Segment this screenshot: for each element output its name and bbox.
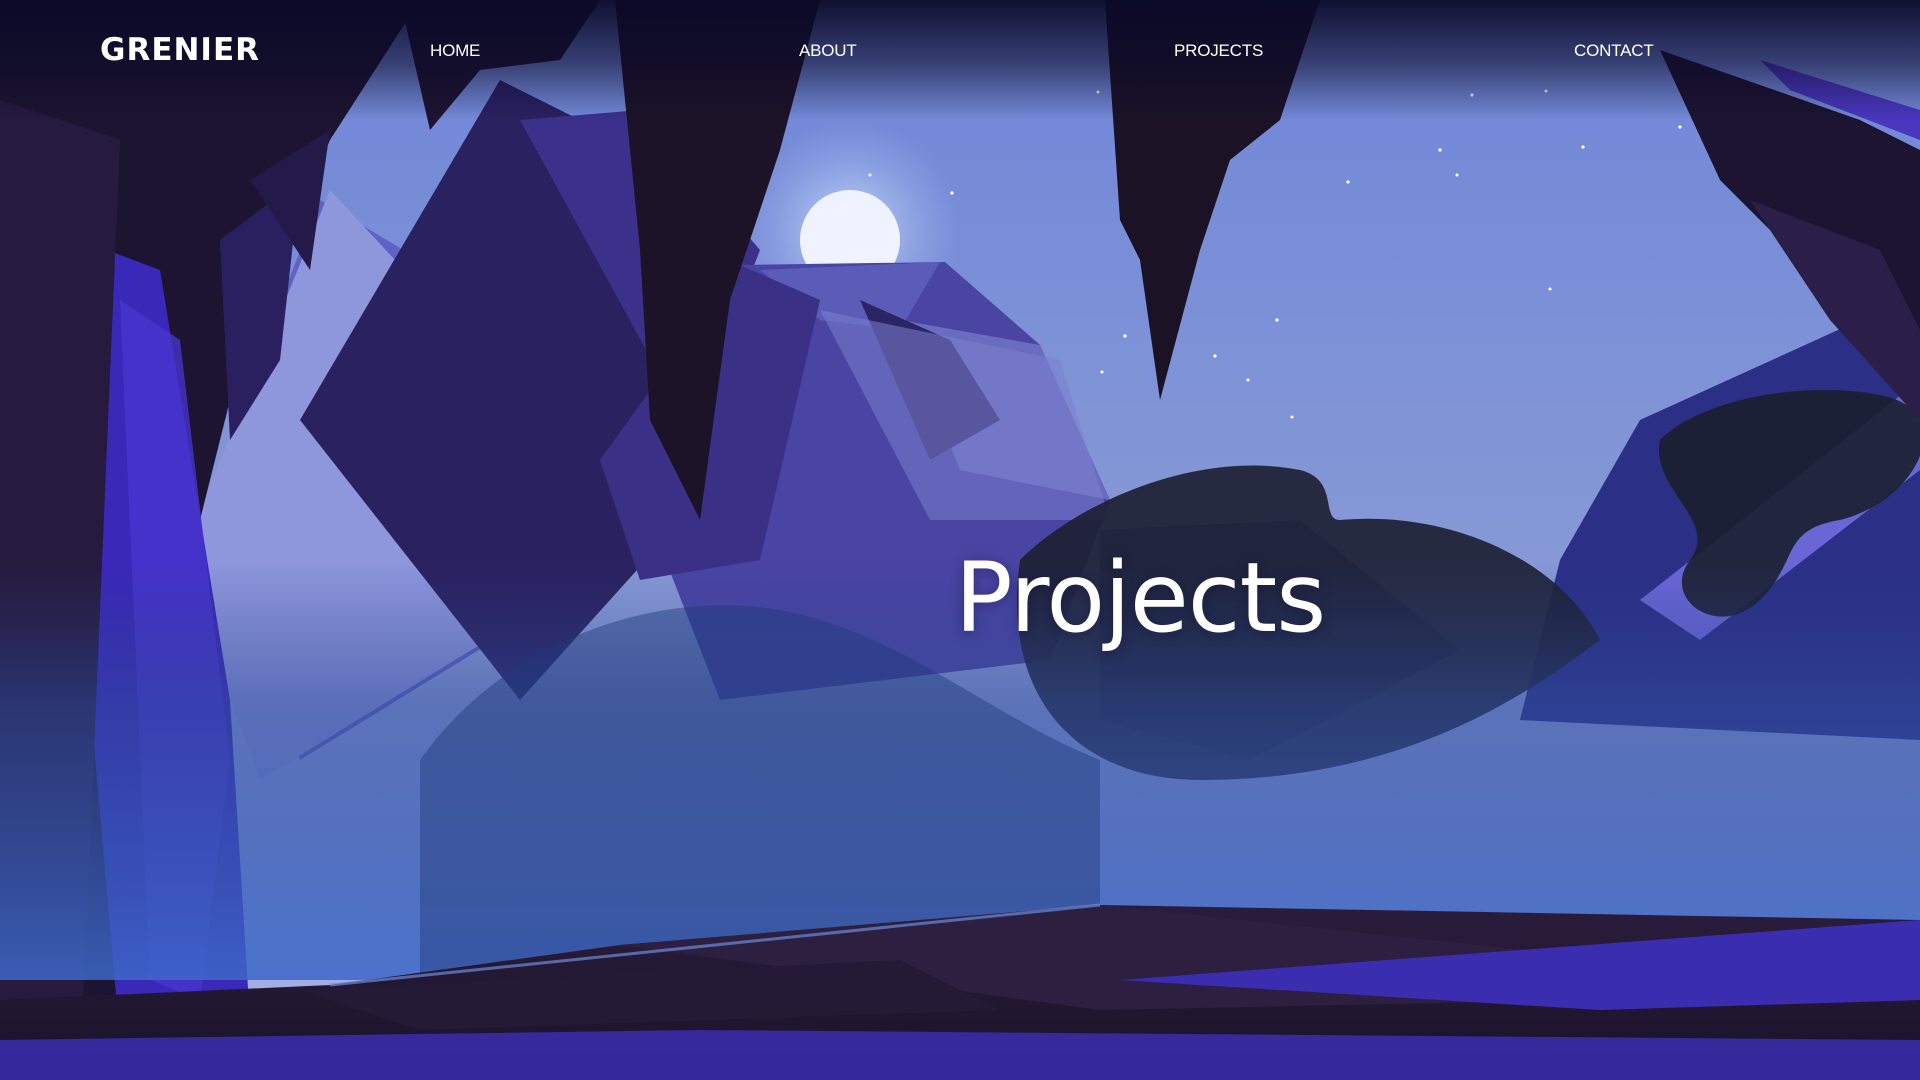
brand-logo[interactable]: GRENIER xyxy=(100,30,260,70)
nav-link-home[interactable]: HOME xyxy=(430,40,480,62)
cave-landscape-illustration xyxy=(0,0,1920,1080)
nav-link-projects[interactable]: PROJECTS xyxy=(1174,40,1263,62)
page-title: Projects xyxy=(954,542,1326,654)
top-navigation: GRENIER HOME ABOUT PROJECTS CONTACT xyxy=(0,0,1920,104)
nav-link-contact[interactable]: CONTACT xyxy=(1574,40,1654,62)
nav-link-about[interactable]: ABOUT xyxy=(799,40,857,62)
page: GRENIER HOME ABOUT PROJECTS CONTACT Proj… xyxy=(0,0,1920,1080)
